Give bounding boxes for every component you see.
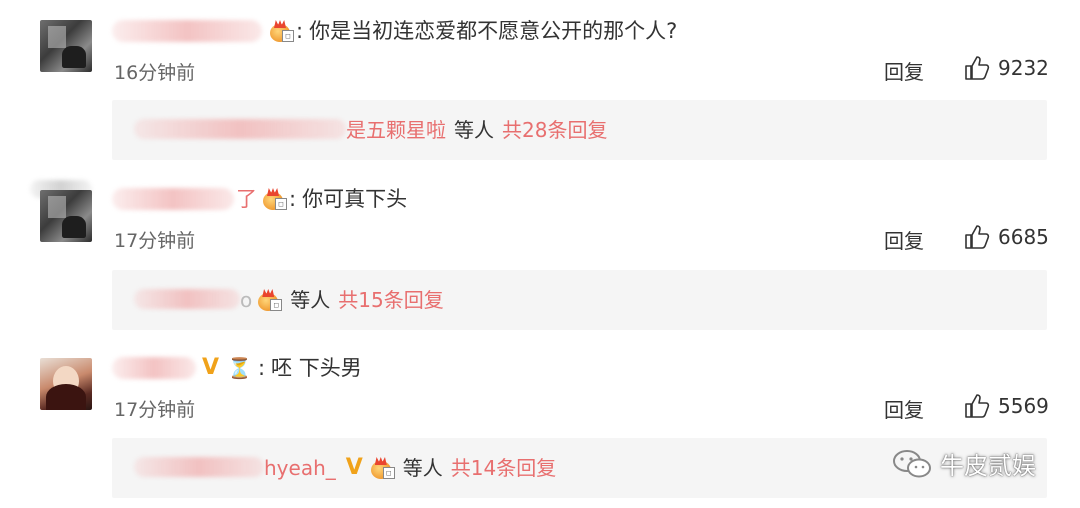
wechat-icon — [893, 449, 931, 477]
reply-button[interactable]: 回复 — [884, 225, 924, 254]
comment-time: 16分钟前 — [114, 62, 196, 84]
verified-badge-icon: V — [345, 455, 363, 480]
username-blurred[interactable] — [112, 20, 262, 42]
colon: : — [289, 187, 297, 211]
comment-text: 你可真下头 — [302, 187, 408, 211]
reply-others-label: 等人 — [290, 288, 331, 312]
avatar[interactable] — [40, 358, 92, 410]
thumbs-up-icon[interactable] — [964, 224, 990, 250]
reply-count-link[interactable]: 共15条回复 — [338, 270, 443, 330]
crown-badge-icon: ◻ — [263, 188, 287, 210]
crown-badge-icon: ◻ — [270, 20, 294, 42]
avatar[interactable] — [40, 20, 92, 72]
avatar[interactable] — [40, 190, 92, 242]
thumbs-up-icon[interactable] — [964, 393, 990, 419]
username-tail[interactable]: 了 — [236, 184, 257, 214]
comment-text: 你是当初连恋爱都不愿意公开的那个人? — [309, 19, 678, 43]
colon: : — [257, 356, 266, 380]
reply-username-blurred — [134, 457, 264, 477]
colon: : — [296, 19, 304, 43]
reply-others-label: 等人 — [402, 456, 443, 480]
reply-count-link[interactable]: 共28条回复 — [502, 100, 607, 160]
reply-button[interactable]: 回复 — [884, 56, 924, 85]
comment-text: 呸 下头男 — [271, 356, 362, 380]
reply-username[interactable]: o — [240, 270, 252, 330]
comment-time: 17分钟前 — [114, 399, 196, 421]
username-blurred[interactable] — [112, 357, 196, 379]
reply-username-blurred — [134, 119, 346, 139]
crown-badge-icon: ◻ — [258, 289, 283, 311]
like-count: 9232 — [998, 56, 1049, 80]
hourglass-icon: ⏳ — [227, 356, 252, 380]
like-count: 6685 — [998, 225, 1049, 249]
like-count: 5569 — [998, 394, 1049, 418]
crown-badge-icon: ◻ — [370, 457, 395, 479]
reply-others-label: 等人 — [454, 118, 494, 142]
reply-summary[interactable]: o ◻ 等人 共15条回复 — [112, 270, 1047, 330]
thumbs-up-icon[interactable] — [964, 55, 990, 81]
reply-button[interactable]: 回复 — [884, 394, 924, 423]
comment-time: 17分钟前 — [114, 230, 196, 252]
reply-count-link[interactable]: 共14条回复 — [451, 438, 556, 498]
watermark: 牛皮贰娱 — [892, 446, 1036, 481]
verified-badge-icon: V — [202, 355, 220, 380]
reply-username-blurred — [134, 289, 240, 309]
reply-username[interactable]: 是五颗星啦 — [346, 100, 446, 160]
reply-username[interactable]: hyeah_ — [264, 438, 336, 498]
reply-summary[interactable]: 是五颗星啦 等人 共28条回复 — [112, 100, 1047, 160]
watermark-text: 牛皮贰娱 — [940, 452, 1036, 480]
username-blurred[interactable] — [112, 188, 234, 210]
